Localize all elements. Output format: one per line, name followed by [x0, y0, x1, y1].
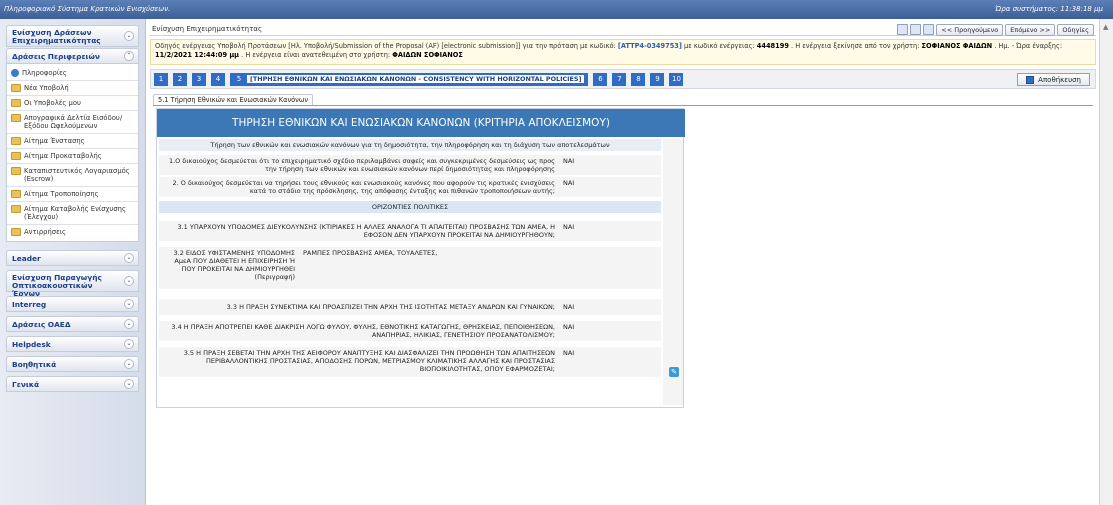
question-row: 3.4 Η ΠΡΑΞΗ ΑΠΟΤΡΕΠΕΙ ΚΑΘΕ ΔΙΑΚΡΙΣΗ ΛΟΓΩ… [159, 321, 661, 341]
answer: ΝΑΙ [563, 349, 575, 357]
folder-icon [11, 137, 21, 145]
help-button[interactable]: Οδηγίες [1057, 23, 1094, 36]
header-bar: Ενίσχυση Επιχειρηματικότητας << Προηγούμ… [150, 23, 1096, 36]
answer: ΝΑΙ [563, 303, 575, 311]
sidebar-item-escrow[interactable]: Καταπιστευτικός Λογαριασμός (Escrow) [7, 164, 138, 187]
question-row: 3.2 ΕΙΔΟΣ ΥΦΙΣΤΑΜΕΝΗΣ ΥΠΟΔΟΜΗΣ ΑμεΑ ΠΟΥ … [159, 247, 661, 289]
sidebar-item-objections[interactable]: Αντιρρήσεις [7, 225, 138, 239]
sidebar-item-my-submissions[interactable]: Οι Υποβολές μου [7, 96, 138, 111]
sidebar-item-payment[interactable]: Αίτημα Καταβολής Ενίσχυσης (Έλεγχου) [7, 202, 138, 225]
prev-button[interactable]: << Προηγούμενο [936, 23, 1004, 36]
user-assigned: ΦΑΙΔΩΝ ΣΟΦΙΑΝΟΣ [392, 51, 463, 59]
step-5-active[interactable]: 5 [ΤΗΡΗΣΗ ΕΘΝΙΚΩΝ ΚΑΙ ΕΝΩΣΙΑΚΩΝ ΚΑΝΟΝΩΝ -… [230, 73, 589, 86]
active-step-label: [ΤΗΡΗΣΗ ΕΘΝΙΚΩΝ ΚΑΙ ΕΝΩΣΙΑΚΩΝ ΚΑΝΟΝΩΝ - … [247, 75, 585, 83]
chevron-down-icon[interactable]: ⌄ [124, 299, 134, 309]
sidebar-section-general[interactable]: Γενικά ⌄ [6, 376, 139, 392]
edit-column [663, 139, 683, 405]
chevron-down-icon[interactable]: ⌄ [124, 319, 134, 329]
sidebar-item-advance[interactable]: Αίτημα Προκαταβολής [7, 149, 138, 164]
scrollbar[interactable]: ▲ [1099, 19, 1113, 505]
sidebar-item-modification[interactable]: Αίτημα Τροποποίησης [7, 187, 138, 202]
chevron-down-icon[interactable]: ⌄ [124, 31, 134, 41]
action-code: 4448199 [756, 42, 789, 50]
question-row: 3.1 ΥΠΑΡΧΟΥΝ ΥΠΟΔΟΜΕΣ ΔΙΕΥΚΟΛΥΝΣΗΣ (ΚΤΙΡ… [159, 221, 661, 241]
step-10[interactable]: 10 [669, 73, 684, 86]
sidebar-section-tools[interactable]: Βοηθητικά ⌄ [6, 356, 139, 372]
sidebar-items: Πληροφορίες Νέα Υποβολή Οι Υποβολές μου … [6, 64, 139, 242]
sidebar: Ενίσχυση Δράσεων Επιχειρηματικότητας ⌄ Δ… [0, 19, 146, 505]
policy-panel: ΤΗΡΗΣΗ ΕΘΝΙΚΩΝ ΚΑΙ ΕΝΩΣΙΑΚΩΝ ΚΑΝΟΝΩΝ (ΚΡ… [156, 108, 685, 408]
sidebar-item-objection[interactable]: Αίτημα Ένστασης [7, 134, 138, 149]
folder-icon [11, 99, 21, 107]
top-bar: Πληροφοριακό Σύστημα Κρατικών Ενισχύσεων… [0, 0, 1113, 19]
sidebar-section-regions[interactable]: Δράσεις Περιφερειών ⌃ [6, 48, 139, 64]
folder-icon [11, 84, 21, 92]
sidebar-item-info[interactable]: Πληροφορίες [7, 66, 138, 81]
step-2[interactable]: 2 [173, 73, 187, 86]
info-icon [11, 69, 19, 77]
folder-icon [11, 152, 21, 160]
sidebar-section-helpdesk[interactable]: Helpdesk ⌄ [6, 336, 139, 352]
folder-icon [11, 205, 21, 213]
folder-icon [11, 190, 21, 198]
question-row: 1.Ο δικαιούχος δεσμεύεται ότι το επιχειρ… [159, 155, 661, 175]
main-area: Ενίσχυση Επιχειρηματικότητας << Προηγούμ… [147, 19, 1099, 505]
system-clock: Ώρα συστήματος: 11:38:18 μμ [994, 5, 1103, 13]
chevron-down-icon[interactable]: ⌄ [124, 276, 134, 286]
guide-text: Οδηγός ενέργειας Υποβολή Προτάσεων [Ηλ. … [150, 39, 1096, 65]
folder-icon [11, 228, 21, 236]
sidebar-section-interreg[interactable]: Interreg ⌄ [6, 296, 139, 312]
save-button[interactable]: Αποθήκευση [1017, 73, 1090, 86]
step-tabs: 1 2 3 4 5 [ΤΗΡΗΣΗ ΕΘΝΙΚΩΝ ΚΑΙ ΕΝΩΣΙΑΚΩΝ Κ… [154, 73, 684, 86]
step-3[interactable]: 3 [192, 73, 206, 86]
step-strip: 1 2 3 4 5 [ΤΗΡΗΣΗ ΕΘΝΙΚΩΝ ΚΑΙ ΕΝΩΣΙΑΚΩΝ Κ… [150, 69, 1096, 89]
intro-row: Τήρηση των εθνικών και ενωσιακών κανόνων… [159, 139, 661, 151]
grid-icon[interactable] [910, 24, 922, 35]
step-6[interactable]: 6 [593, 73, 608, 86]
next-button[interactable]: Επόμενο >> [1005, 23, 1056, 36]
answer: ΝΑΙ [563, 157, 575, 165]
chevron-down-icon[interactable]: ⌄ [124, 359, 134, 369]
chevron-down-icon[interactable]: ⌄ [124, 253, 134, 263]
panel-title: ΤΗΡΗΣΗ ΕΘΝΙΚΩΝ ΚΑΙ ΕΝΩΣΙΑΚΩΝ ΚΑΝΟΝΩΝ (ΚΡ… [157, 109, 685, 137]
start-datetime: 11/2/2021 12:44:09 μμ [155, 51, 240, 59]
horizontal-policies-header: ΟΡΙΖΟΝΤΙΕΣ ΠΟΛΙΤΙΚΕΣ [159, 201, 661, 213]
sidebar-section-leader[interactable]: Leader ⌄ [6, 250, 139, 266]
proposal-code: [ATTP4-0349753] [617, 42, 682, 50]
edit-icon[interactable]: ✎ [669, 367, 679, 377]
folder-icon [11, 114, 21, 122]
question-list: Τήρηση των εθνικών και ενωσιακών κανόνων… [159, 139, 661, 405]
chevron-down-icon[interactable]: ⌄ [124, 379, 134, 389]
app-title: Πληροφοριακό Σύστημα Κρατικών Ενισχύσεων… [4, 5, 171, 13]
sidebar-section-audiovisual[interactable]: Ενίσχυση Παραγωγής Οπτικοακουστικών Έργω… [6, 270, 139, 298]
step-1[interactable]: 1 [154, 73, 168, 86]
export-icon[interactable] [923, 24, 935, 35]
edit-icon[interactable] [897, 24, 909, 35]
sidebar-item-census-forms[interactable]: Απογραφικά Δελτία Εισόδου/ Εξόδου Ωφελού… [7, 111, 138, 134]
answer: ΝΑΙ [563, 223, 575, 231]
answer: ΡΑΜΠΕΣ ΠΡΟΣΒΑΣΗΣ ΑΜΕΑ, ΤΟΥΑΛΕΤΕΣ, [303, 249, 438, 257]
chevron-up-icon[interactable]: ⌃ [124, 51, 134, 61]
chevron-down-icon[interactable]: ⌄ [124, 339, 134, 349]
disk-icon [1026, 75, 1035, 84]
question-row: 3.3 Η ΠΡΑΞΗ ΣΥΝΕΚΤΙΜΑ ΚΑΙ ΠΡΟΑΣΠΙΖΕΙ ΤΗΝ… [159, 299, 661, 315]
breadcrumb: Ενίσχυση Επιχειρηματικότητας [152, 25, 263, 33]
step-9[interactable]: 9 [650, 73, 665, 86]
answer: ΝΑΙ [563, 323, 575, 331]
step-4[interactable]: 4 [211, 73, 225, 86]
user-started: ΣΟΦΙΑΝΟΣ ΦΑΙΔΩΝ [921, 42, 993, 50]
answer: ΝΑΙ [563, 179, 575, 187]
question-row: 2. Ο δικαιούχος δεσμεύεται να τηρήσει το… [159, 177, 661, 197]
step-8[interactable]: 8 [631, 73, 646, 86]
sidebar-item-new-submission[interactable]: Νέα Υποβολή [7, 81, 138, 96]
sidebar-section-oaed[interactable]: Δράσεις ΟΑΕΔ ⌄ [6, 316, 139, 332]
question-row: 3.5 Η ΠΡΑΞΗ ΣΕΒΕΤΑΙ ΤΗΝ ΑΡΧΗ ΤΗΣ ΑΕΙΦΟΡΟ… [159, 347, 661, 377]
scroll-up-icon[interactable]: ▲ [1103, 23, 1108, 31]
folder-icon [11, 167, 21, 175]
nav-buttons: << Προηγούμενο Επόμενο >> Οδηγίες [897, 23, 1094, 36]
subtab-underline [153, 105, 1093, 106]
step-7[interactable]: 7 [612, 73, 627, 86]
sidebar-section-entrepreneurship[interactable]: Ενίσχυση Δράσεων Επιχειρηματικότητας ⌄ [6, 25, 139, 47]
